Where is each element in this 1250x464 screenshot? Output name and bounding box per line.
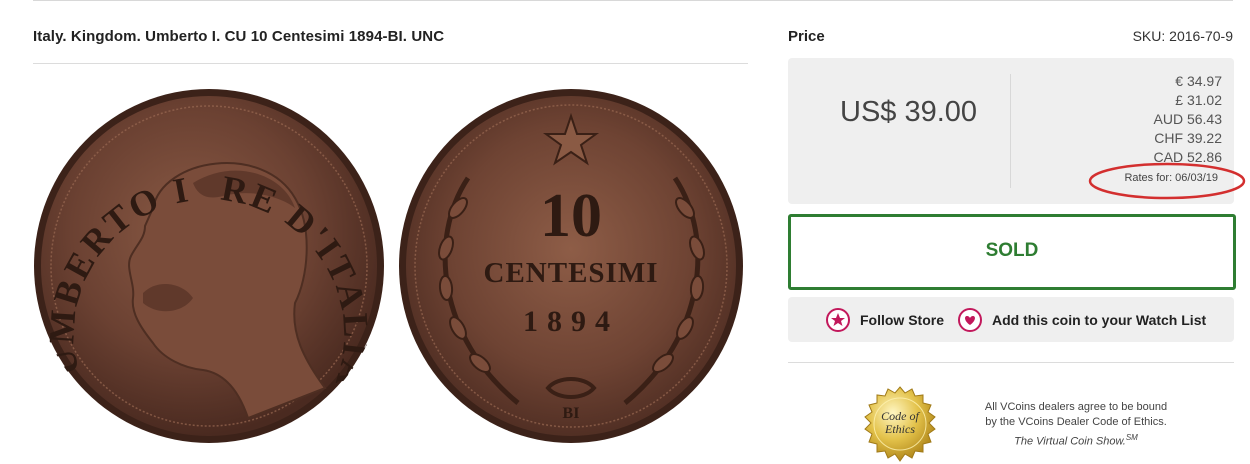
reverse-unit: CENTESIMI <box>484 257 659 289</box>
listing-title: Italy. Kingdom. Umberto I. CU 10 Centesi… <box>33 28 445 45</box>
title-divider <box>33 63 748 64</box>
conversion-eur: € 34.97 <box>1175 73 1222 89</box>
ethics-line1: All VCoins dealers agree to be bound <box>984 401 1168 413</box>
virtual-coin-show-text: The Virtual Coin Show. <box>1014 435 1126 448</box>
currency-conversions: € 34.97 £ 31.02 AUD 56.43 CHF 39.22 CAD … <box>1154 72 1222 167</box>
annotation-circle <box>1088 162 1246 200</box>
price-label: Price <box>788 28 825 45</box>
ethics-line3: The Virtual Coin Show.SM <box>978 430 1174 450</box>
code-of-ethics-seal[interactable]: Code of Ethics <box>861 386 939 464</box>
coin-obverse-image[interactable]: UMBERTO I RE D'ITALIA <box>33 88 385 444</box>
reverse-mint-mark: BI <box>563 405 580 422</box>
sku-text: SKU: 2016-70-9 <box>1132 28 1233 44</box>
star-icon <box>826 308 850 332</box>
price-divider <box>1010 74 1011 188</box>
conversion-gbp: £ 31.02 <box>1175 92 1222 108</box>
coin-reverse-image[interactable]: 10 CENTESIMI 1894 BI <box>398 88 745 445</box>
heart-icon <box>958 308 982 332</box>
price-main: US$ 39.00 <box>840 96 978 128</box>
reverse-year: 1894 <box>523 305 619 338</box>
store-actions-bar: Follow Store Add this coin to your Watch… <box>788 297 1234 342</box>
reverse-denomination: 10 <box>540 182 602 250</box>
add-to-watchlist-label: Add this coin to your Watch List <box>992 312 1207 328</box>
service-mark: SM <box>1125 433 1138 442</box>
seal-line2: Ethics <box>884 422 915 436</box>
sold-status-box: SOLD <box>788 214 1236 290</box>
follow-store-label: Follow Store <box>860 312 944 328</box>
add-to-watchlist-button[interactable]: Add this coin to your Watch List <box>958 308 1206 332</box>
ethics-line2: by the VCoins Dealer Code of Ethics. <box>985 416 1167 428</box>
sold-label: SOLD <box>985 240 1039 261</box>
conversion-aud: AUD 56.43 <box>1153 111 1222 127</box>
conversion-chf: CHF 39.22 <box>1154 130 1222 146</box>
ethics-statement: All VCoins dealers agree to be bound by … <box>978 400 1174 450</box>
top-divider <box>33 0 1233 1</box>
section-divider <box>788 362 1234 363</box>
seal-line1: Code of <box>881 409 920 423</box>
follow-store-button[interactable]: Follow Store <box>826 308 944 332</box>
